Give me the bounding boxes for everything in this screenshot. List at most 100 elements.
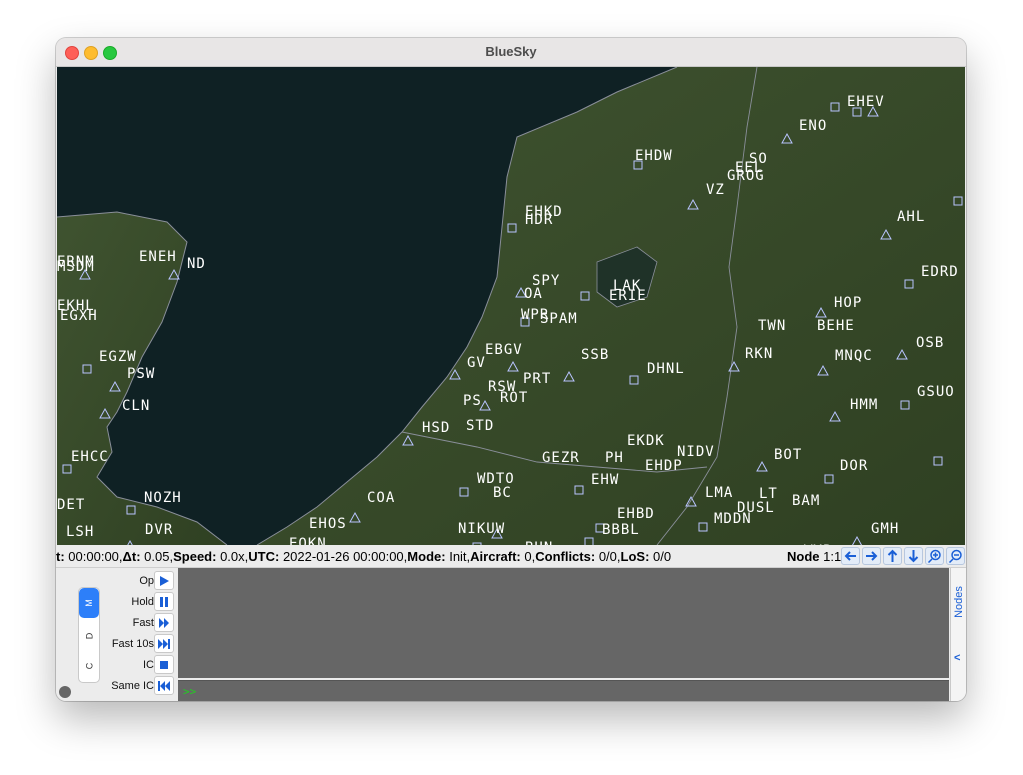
arrow-left-icon [844, 551, 856, 561]
waypoint-label: NIKUW [458, 521, 506, 537]
waypoint-label: ENEH [139, 249, 177, 265]
hold-label: Hold [131, 596, 154, 608]
waypoint-label: GROG [727, 168, 765, 184]
waypoint-label: EKDK [627, 433, 665, 449]
waypoint-label: EHEV [847, 94, 885, 110]
aircraft-label: Aircraft: [470, 549, 521, 564]
skip-forward-icon [158, 639, 170, 649]
waypoint-label: LT [759, 486, 778, 502]
waypoint-label: BEHE [817, 318, 855, 334]
dt-value: 0.05 [144, 549, 170, 564]
waypoint-label: RKN [745, 346, 774, 362]
fast10s-button[interactable] [154, 634, 174, 653]
nodes-panel-toggle[interactable]: Nodes < [950, 568, 966, 701]
waypoint-label: EHDP [645, 458, 683, 474]
waypoint-label: GMH [871, 521, 900, 537]
control-panel: M D C Op Hold Fast Fast 10s IC Same IC >… [56, 568, 966, 701]
node-label: Node [787, 549, 820, 564]
waypoint-label: OA [524, 286, 543, 302]
waypoint-label: LMA [705, 485, 734, 501]
fast-forward-icon [159, 618, 169, 628]
expand-nodes-icon[interactable]: < [954, 652, 960, 664]
waypoint-label: HMM [850, 397, 879, 413]
los-label: LoS: [620, 549, 650, 564]
waypoint-label: BOT [774, 447, 803, 463]
pan-down-button[interactable] [904, 547, 923, 565]
sim-time-value: 00:00:00 [68, 549, 119, 564]
op-label: Op [139, 575, 154, 587]
waypoint-label: GEZR [542, 450, 580, 466]
zoom-out-icon [948, 549, 962, 563]
pan-up-button[interactable] [883, 547, 902, 565]
waypoint-label: BC [493, 485, 512, 501]
bluesky-window: BlueSky EHEV ENO EHDW SO EEL GROG VZ AHL E [56, 38, 966, 701]
window-title: BlueSky [485, 44, 537, 59]
waypoint-label: PS [463, 393, 482, 409]
status-bar: t: 00:00:00,Δt: 0.05,Speed: 0.0x,UTC: 20… [56, 545, 966, 568]
waypoint-label: LSH [66, 524, 95, 540]
command-input[interactable]: >> [178, 680, 949, 701]
waypoint-label: ND [187, 256, 206, 272]
waypoint-label: EHBD [617, 506, 655, 522]
waypoint-label: EBGV [485, 342, 523, 358]
ic-label: IC [143, 659, 154, 671]
command-prompt: >> [183, 685, 197, 698]
pan-left-button[interactable] [841, 547, 860, 565]
waypoint-label: HOP [834, 295, 863, 311]
hold-button[interactable] [154, 592, 174, 611]
waypoint-label: PRT [523, 371, 552, 387]
waypoint-label: BBBL [602, 522, 640, 538]
dt-label: Δt: [122, 549, 141, 564]
waypoint-label: ROT [500, 390, 529, 406]
waypoint-label: EDRD [921, 264, 959, 280]
echo-output-area [178, 568, 949, 678]
fast-button[interactable] [154, 613, 174, 632]
pan-right-button[interactable] [862, 547, 881, 565]
zoom-in-button[interactable] [925, 547, 944, 565]
aircraft-count: 0 [524, 549, 532, 564]
waypoint-label: EGXH [60, 308, 98, 324]
mode-value: Init [449, 549, 467, 564]
sim-status-text: t: 00:00:00,Δt: 0.05,Speed: 0.0x,UTC: 20… [56, 549, 672, 564]
waypoint-label: NIDV [677, 444, 715, 460]
waypoint-label: DOR [840, 458, 869, 474]
waypoint-label: VZ [706, 182, 725, 198]
skip-back-icon [158, 681, 170, 691]
waypoint-label: EGZW [99, 349, 137, 365]
arrow-up-icon [887, 549, 898, 562]
waypoint-label: STD [466, 418, 495, 434]
waypoint-label: DHNL [647, 361, 685, 377]
zoom-out-button[interactable] [946, 547, 965, 565]
waypoint-label: AHL [897, 209, 926, 225]
play-icon [160, 576, 169, 586]
waypoint-label: EHDW [635, 148, 673, 164]
waypoint-label: SSB [581, 347, 610, 363]
node-value: 1:1 [823, 549, 842, 564]
radar-map[interactable]: EHEV ENO EHDW SO EEL GROG VZ AHL EHKD HDR EDRD SPY L… [57, 67, 965, 545]
ic-button[interactable] [154, 655, 174, 674]
waypoint-label: EHW [591, 472, 620, 488]
waypoint-label: HDR [525, 212, 554, 228]
waypoint-label: DVR [145, 522, 174, 538]
waypoint-label: TWN [758, 318, 787, 334]
tab-m[interactable]: M [79, 588, 99, 618]
waypoint-label: MSDM [57, 259, 95, 275]
utc-value: 2022-01-26 00:00:00 [282, 549, 404, 564]
tab-d[interactable]: D [79, 622, 99, 650]
waypoint-label: EOKN [289, 536, 327, 545]
title-bar: BlueSky [56, 38, 966, 67]
stop-icon [160, 661, 168, 669]
same-ic-button[interactable] [154, 676, 174, 695]
window-mode-icon[interactable] [59, 686, 71, 698]
waypoint-label: GV [467, 355, 486, 371]
op-button[interactable] [154, 571, 174, 590]
waypoint-label: HSD [422, 420, 451, 436]
waypoint-label: EHCC [71, 449, 109, 465]
waypoint-label: MNQC [835, 348, 873, 364]
waypoint-label: ERIE [609, 288, 647, 304]
tab-c[interactable]: C [79, 652, 99, 680]
speed-value: 0.0x [220, 549, 245, 564]
arrow-right-icon [866, 551, 878, 561]
nodes-label: Nodes [953, 586, 965, 618]
sim-time-label: t: [56, 549, 65, 564]
